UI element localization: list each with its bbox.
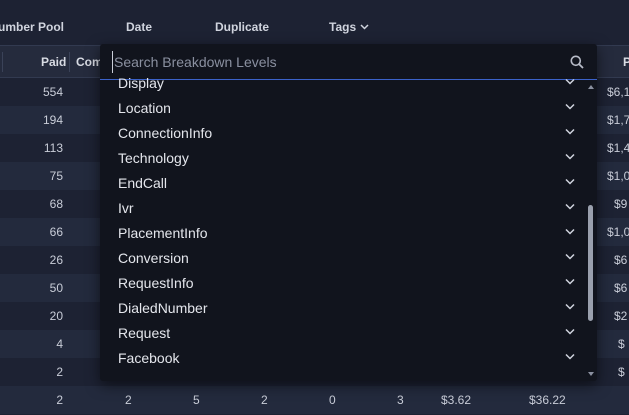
cell-payout: $ [618,365,625,379]
column-divider [2,52,3,72]
cell-value: 2 [261,393,268,407]
cell-payout: $ [618,337,625,351]
app-root: umber Pool Date Duplicate Tags Paid Com … [0,0,629,415]
tab-tags[interactable]: Tags [329,20,369,34]
cell-payout: $1,0 [607,169,629,183]
scroll-down-arrow-icon[interactable] [587,370,595,378]
list-item-label: ConnectionInfo [118,125,213,141]
cell-payout: $6 [614,281,628,295]
chevron-down-icon[interactable] [565,128,575,135]
list-item-display[interactable]: Display [100,74,585,99]
list-item-placementinfo[interactable]: PlacementInfo [100,224,585,249]
cell-paid: 113 [43,141,63,155]
cell-value: 0 [329,393,336,407]
chevron-down-icon[interactable] [565,103,575,110]
list-item-conversion[interactable]: Conversion [100,249,585,274]
scroll-up-arrow-icon[interactable] [587,83,595,91]
scrollbar-thumb[interactable] [588,205,593,321]
cell-payout: $1,0 [607,225,629,239]
column-header-com[interactable]: Com [76,55,103,69]
cell-payout: $9 [614,197,628,211]
list-item-ivr[interactable]: Ivr [100,199,585,224]
list-item-facebook[interactable]: Facebook [100,349,585,374]
list-item-label: Ivr [118,200,134,216]
list-item-label: PlacementInfo [118,225,208,241]
chevron-down-icon[interactable] [565,278,575,285]
list-item-label: Facebook [118,350,180,366]
cell-paid: 75 [49,169,63,183]
cell-payout: $6,1 [607,85,629,99]
cell-value: 3 [397,393,404,407]
table-row[interactable]: 2 2 5 2 0 3 $3.62 $36.22 [0,386,629,414]
cell-paid: 194 [42,113,63,127]
list-item-label: Technology [118,150,189,166]
cell-payout: $1,4 [607,141,629,155]
cell-value: $3.62 [441,393,472,407]
cell-paid: 2 [56,393,63,407]
cell-payout: $6 [614,253,628,267]
tab-tags-label: Tags [329,20,357,34]
search-icon[interactable] [570,55,584,69]
column-tab-bar: umber Pool Date Duplicate Tags [0,0,629,45]
breakdown-level-list: Display Location ConnectionInfo Technolo… [100,75,585,374]
cell-payout: $1,7 [607,113,629,127]
cell-value: 5 [193,393,200,407]
column-divider [69,52,70,72]
chevron-down-icon[interactable] [565,78,575,85]
cell-paid: 26 [49,253,63,267]
chevron-down-icon [360,24,369,30]
chevron-down-icon[interactable] [565,228,575,235]
list-item-connectioninfo[interactable]: ConnectionInfo [100,124,585,149]
breakdown-levels-dropdown: Display Location ConnectionInfo Technolo… [100,44,597,381]
list-item-label: Location [118,100,171,116]
tab-duplicate[interactable]: Duplicate [215,20,269,34]
cell-paid: 66 [49,225,63,239]
chevron-down-icon[interactable] [565,303,575,310]
list-item-label: DialedNumber [118,300,208,316]
chevron-down-icon[interactable] [565,253,575,260]
list-item-endcall[interactable]: EndCall [100,174,585,199]
cell-paid: 68 [49,197,63,211]
column-header-p[interactable]: P [623,55,629,69]
chevron-down-icon[interactable] [565,153,575,160]
chevron-down-icon[interactable] [565,328,575,335]
chevron-down-icon[interactable] [565,178,575,185]
list-item-label: EndCall [118,175,168,191]
list-item-label: RequestInfo [118,275,194,291]
tab-date[interactable]: Date [126,20,152,34]
scrollbar[interactable] [585,80,597,381]
cell-paid: 50 [49,281,63,295]
column-header-paid[interactable]: Paid [41,55,66,69]
cell-paid: 4 [56,337,63,351]
search-input[interactable] [112,51,562,73]
chevron-down-icon[interactable] [565,203,575,210]
list-item-request[interactable]: Request [100,324,585,349]
cell-paid: 20 [49,309,63,323]
list-item-requestinfo[interactable]: RequestInfo [100,274,585,299]
list-item-technology[interactable]: Technology [100,149,585,174]
cell-paid: 554 [42,85,63,99]
list-item-label: Display [118,75,164,91]
list-item-label: Conversion [118,250,189,266]
list-item-dialednumber[interactable]: DialedNumber [100,299,585,324]
chevron-down-icon[interactable] [565,353,575,360]
list-item-label: Request [118,325,171,341]
list-item-location[interactable]: Location [100,99,585,124]
cell-value: $36.22 [529,393,566,407]
cell-value: 2 [125,393,132,407]
tab-number-pool[interactable]: umber Pool [0,20,64,34]
cell-payout: $2 [614,309,628,323]
cell-paid: 2 [56,365,63,379]
